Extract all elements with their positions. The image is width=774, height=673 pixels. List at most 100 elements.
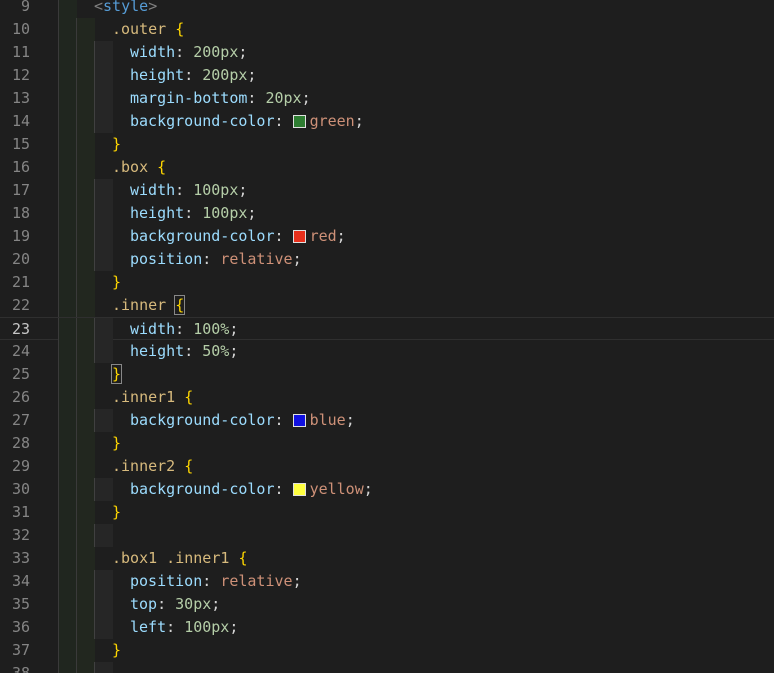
line-number: 9 bbox=[20, 0, 30, 15]
line-number: 10 bbox=[11, 20, 30, 38]
code-line[interactable]: 30 background-color: yellow; bbox=[0, 478, 774, 501]
indent-guide bbox=[76, 41, 95, 64]
code-line[interactable]: 38 bbox=[0, 662, 774, 673]
indent-guide bbox=[76, 202, 95, 225]
indent-guide bbox=[58, 501, 77, 524]
token-punc: : bbox=[202, 572, 221, 590]
token-punc: ; bbox=[211, 595, 221, 613]
token-prop: width bbox=[130, 181, 176, 199]
code-text: background-color: green; bbox=[130, 110, 364, 133]
indent-guide bbox=[76, 225, 95, 248]
color-swatch-icon[interactable] bbox=[292, 414, 306, 427]
indent-guide bbox=[58, 64, 77, 87]
token-brace: } bbox=[110, 364, 123, 384]
color-swatch-icon[interactable] bbox=[292, 230, 306, 243]
code-line[interactable]: 15} bbox=[0, 133, 774, 156]
code-line[interactable]: 17 width: 100px; bbox=[0, 179, 774, 202]
indent-guide bbox=[58, 662, 77, 673]
code-line[interactable]: 11 width: 200px; bbox=[0, 41, 774, 64]
code-text: width: 100%; bbox=[130, 318, 238, 341]
code-line[interactable]: 9 <style> bbox=[0, 0, 774, 18]
indent-guide bbox=[94, 87, 113, 110]
code-text: } bbox=[112, 639, 121, 662]
indent-guide bbox=[76, 133, 95, 156]
line-number: 23 bbox=[11, 320, 30, 338]
token-punc: : bbox=[184, 204, 203, 222]
line-number: 14 bbox=[11, 112, 30, 130]
token-num: 20px bbox=[265, 89, 302, 107]
line-number: 12 bbox=[11, 66, 30, 84]
code-line[interactable]: 28} bbox=[0, 432, 774, 455]
indent-guide bbox=[58, 87, 77, 110]
token-num: 100px bbox=[202, 204, 248, 222]
token-brace: { bbox=[184, 388, 194, 406]
code-line[interactable]: 27 background-color: blue; bbox=[0, 409, 774, 432]
color-swatch-icon[interactable] bbox=[292, 115, 306, 128]
token-punc: ; bbox=[363, 480, 373, 498]
code-line[interactable]: 13 margin-bottom: 20px; bbox=[0, 87, 774, 110]
color-swatch-icon[interactable] bbox=[292, 483, 306, 496]
code-line[interactable]: 12 height: 200px; bbox=[0, 64, 774, 87]
indent-guide bbox=[58, 248, 77, 271]
token-punc: : bbox=[175, 43, 194, 61]
indent-guide bbox=[76, 593, 95, 616]
code-line[interactable]: 24 height: 50%; bbox=[0, 340, 774, 363]
indent-guide bbox=[94, 524, 113, 547]
token-prop: width bbox=[130, 43, 176, 61]
code-line[interactable]: 36 left: 100px; bbox=[0, 616, 774, 639]
line-number: 36 bbox=[11, 618, 30, 636]
line-number: 17 bbox=[11, 181, 30, 199]
token-prop: background-color bbox=[130, 112, 275, 130]
code-line[interactable]: 35 top: 30px; bbox=[0, 593, 774, 616]
code-line[interactable]: 33 .box1 .inner1 { bbox=[0, 547, 774, 570]
code-line[interactable]: 20 position: relative; bbox=[0, 248, 774, 271]
code-line[interactable]: 16 .box { bbox=[0, 156, 774, 179]
code-line[interactable]: 19 background-color: red; bbox=[0, 225, 774, 248]
indent-guide bbox=[94, 64, 113, 87]
line-number: 21 bbox=[11, 273, 30, 291]
token-num: 200px bbox=[202, 66, 248, 84]
token-punc: : bbox=[184, 66, 203, 84]
code-text: margin-bottom: 20px; bbox=[130, 87, 311, 110]
token-tag: > bbox=[148, 0, 158, 15]
code-line[interactable]: 10 .outer { bbox=[0, 18, 774, 41]
indent-guide bbox=[94, 570, 113, 593]
line-number: 28 bbox=[11, 434, 30, 452]
token-punc: ; bbox=[345, 411, 355, 429]
code-text: .inner2 { bbox=[112, 455, 193, 478]
code-line[interactable]: 37} bbox=[0, 639, 774, 662]
line-number: 26 bbox=[11, 388, 30, 406]
indent-guide bbox=[76, 271, 95, 294]
code-line[interactable]: 29 .inner2 { bbox=[0, 455, 774, 478]
token-punc: ; bbox=[354, 112, 364, 130]
indent-guide bbox=[76, 318, 95, 341]
code-line[interactable]: 14 background-color: green; bbox=[0, 110, 774, 133]
code-line[interactable]: 22 .inner { bbox=[0, 294, 774, 317]
indent-guide bbox=[58, 179, 77, 202]
code-line[interactable]: 34 position: relative; bbox=[0, 570, 774, 593]
code-line[interactable]: 18 height: 100px; bbox=[0, 202, 774, 225]
code-line[interactable]: 21} bbox=[0, 271, 774, 294]
indent-guide bbox=[58, 547, 77, 570]
code-text: .box1 .inner1 { bbox=[112, 547, 247, 570]
code-text: top: 30px; bbox=[130, 593, 220, 616]
code-text: } bbox=[112, 271, 121, 294]
token-num: 50% bbox=[202, 342, 230, 360]
token-tag: < bbox=[94, 0, 104, 15]
code-line[interactable]: 23 width: 100%; bbox=[0, 317, 774, 341]
code-line[interactable]: 25} bbox=[0, 363, 774, 386]
indent-guide bbox=[76, 294, 95, 317]
token-val: relative bbox=[220, 572, 293, 590]
code-line[interactable]: 32 bbox=[0, 524, 774, 547]
code-line[interactable]: 26 .inner1 { bbox=[0, 386, 774, 409]
indent-guide bbox=[76, 455, 95, 478]
code-text: .inner { bbox=[112, 294, 186, 317]
token-prop: position bbox=[130, 250, 203, 268]
code-line[interactable]: 31} bbox=[0, 501, 774, 524]
token-prop: height bbox=[130, 66, 185, 84]
token-brace: } bbox=[112, 503, 122, 521]
code-editor[interactable]: 9 <style> 10 .outer {11 width: 200px; 12 heigh… bbox=[0, 0, 774, 673]
code-text: } bbox=[112, 501, 121, 524]
line-number: 38 bbox=[11, 664, 30, 673]
token-prop: width bbox=[130, 320, 176, 338]
